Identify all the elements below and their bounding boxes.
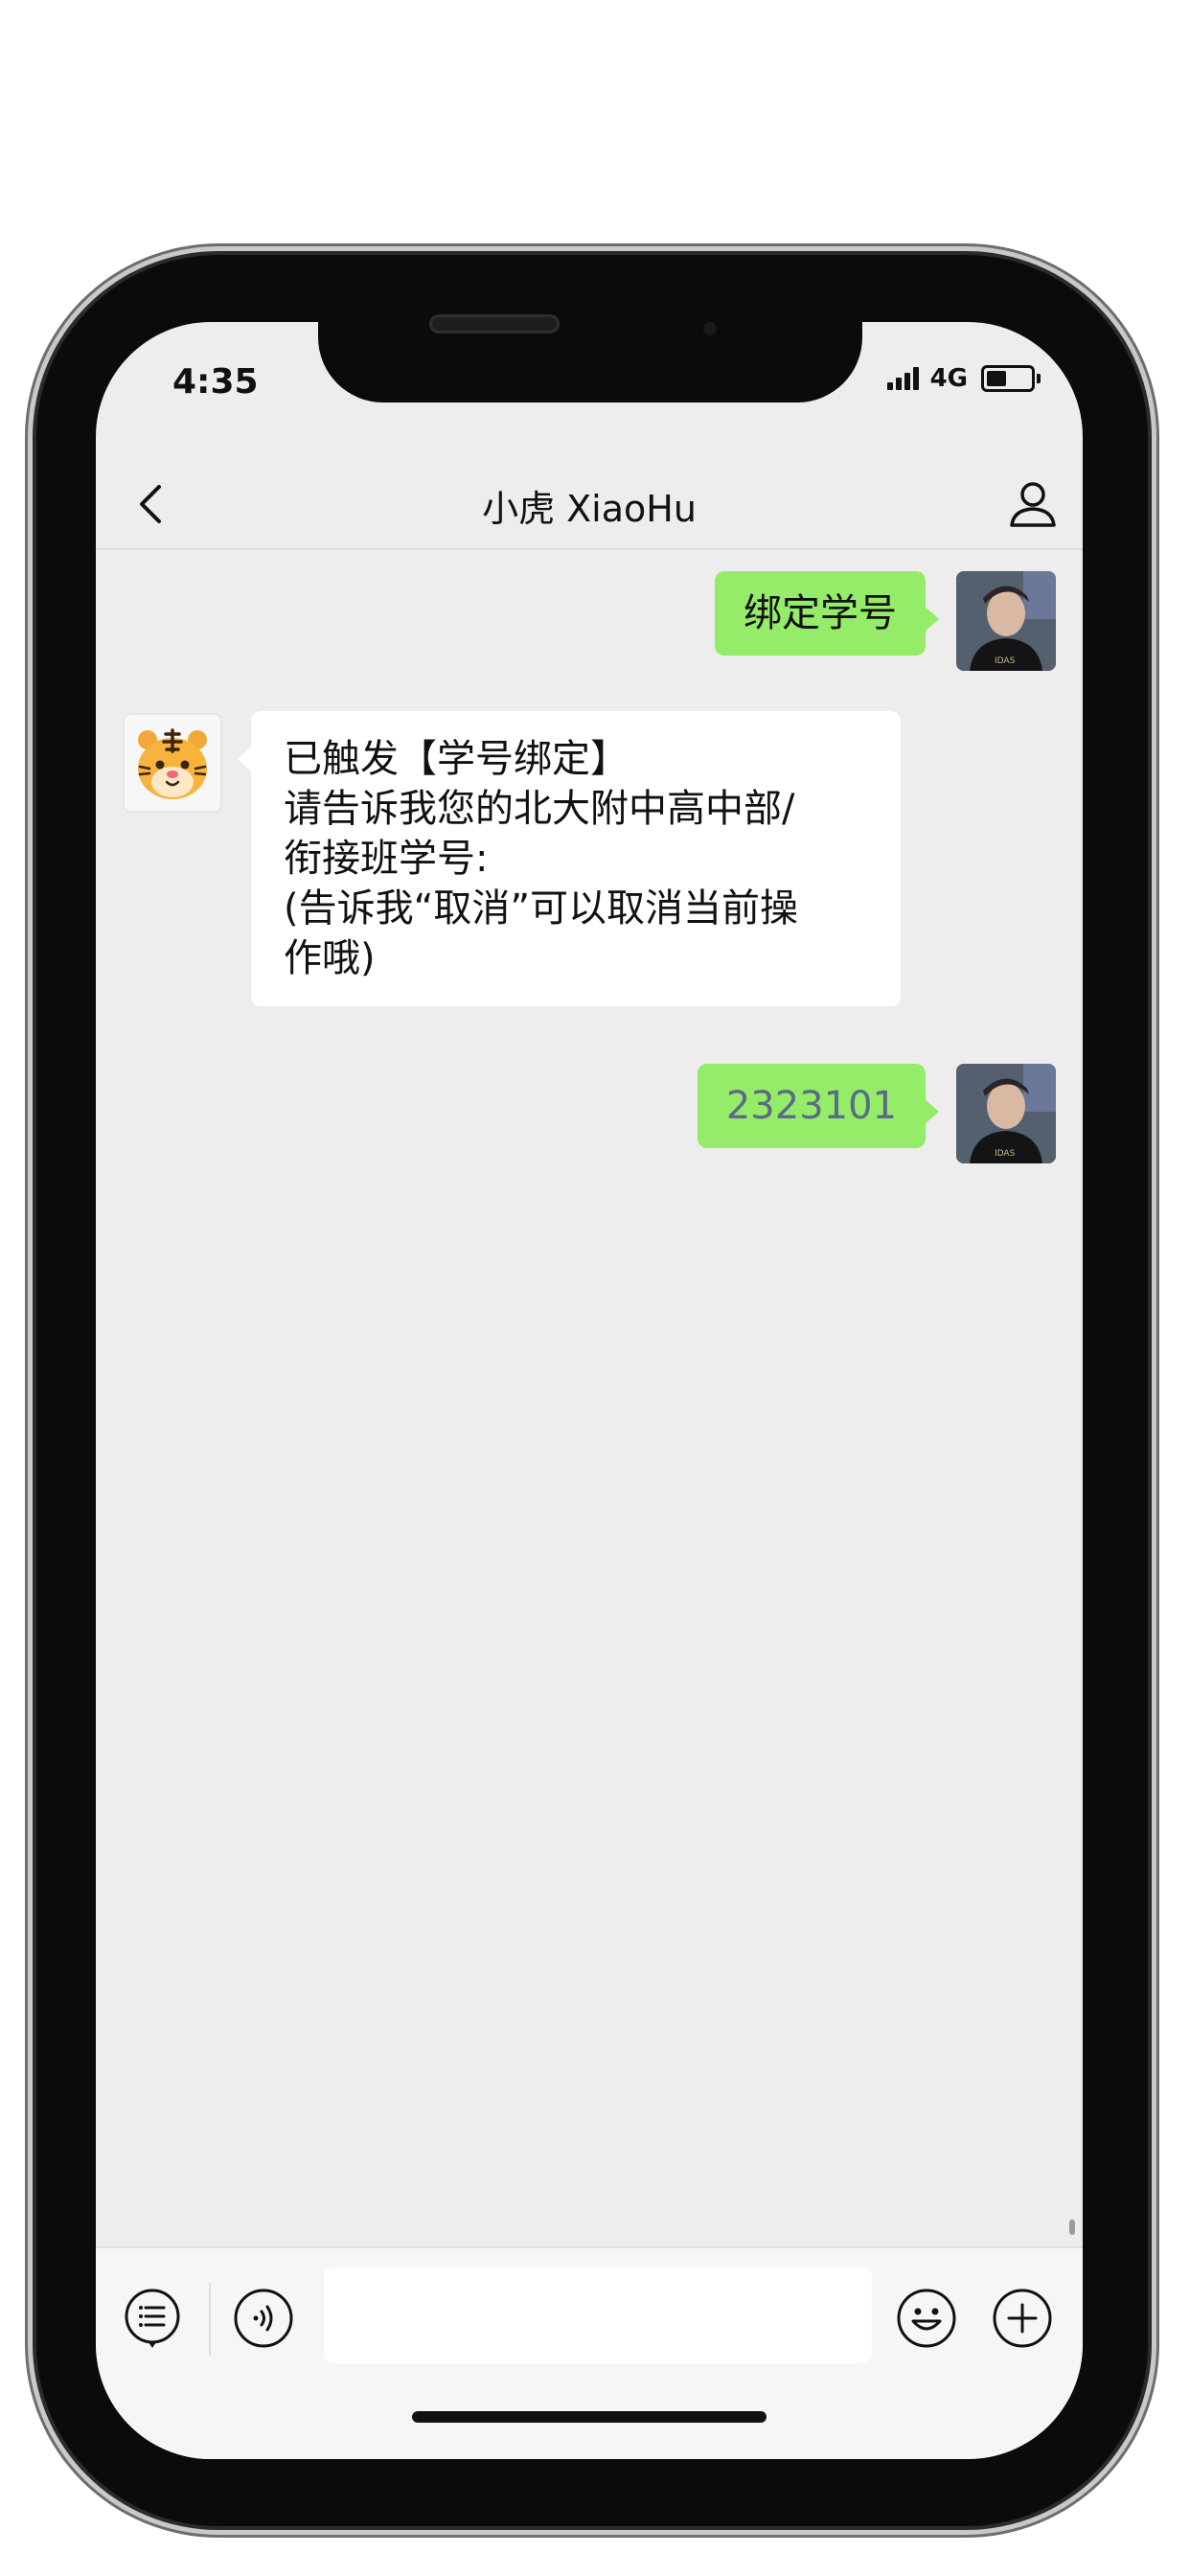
user-avatar[interactable]: IDAS [956,571,1056,671]
user-avatar-image: IDAS [956,571,1056,671]
emoji-button[interactable] [893,2285,960,2352]
nav-bar: 小虎 XiaoHu [96,456,1083,550]
message-input[interactable] [324,2267,872,2363]
svg-text:IDAS: IDAS [995,1149,1016,1159]
profile-button[interactable] [1004,475,1062,533]
svg-text:IDAS: IDAS [995,656,1016,666]
status-indicators: 4G [886,364,1041,393]
user-avatar[interactable]: IDAS [956,1064,1056,1163]
voice-icon [234,2288,293,2348]
message-line: 作哦) [284,936,376,980]
status-time: 4:35 [172,362,259,402]
chat-area: IDAS 绑定学号 已触发【学号绑定】 请告诉我您的北大附中高中部/ 衔接班学号… [96,550,1083,2237]
bot-avatar[interactable] [123,713,222,813]
message-text: 绑定学号 [744,591,897,635]
scroll-indicator [1069,2220,1075,2235]
earpiece-speaker [429,314,560,334]
message-line: 衔接班学号: [284,837,489,881]
more-button[interactable] [989,2285,1056,2352]
notch [318,322,862,402]
home-indicator[interactable] [412,2411,767,2423]
message-line: 已触发【学号绑定】 [284,737,629,781]
chat-title: 小虎 XiaoHu [482,488,697,530]
input-bar [96,2246,1083,2459]
battery-icon [981,365,1041,392]
input-divider [209,2283,211,2356]
plus-icon [993,2288,1052,2348]
voice-button[interactable] [230,2285,297,2352]
signal-icon [886,367,919,390]
profile-icon [1010,482,1056,527]
message-bubble-outgoing[interactable]: 绑定学号 [715,571,939,656]
front-camera [703,322,717,335]
list-icon [125,2288,180,2348]
message-bubble-incoming[interactable]: 已触发【学号绑定】 请告诉我您的北大附中高中部/ 衔接班学号: (告诉我“取消”… [238,711,901,1006]
emoji-icon [897,2288,956,2348]
phone-screen: 4:35 4G 小虎 XiaoHu IDAS 绑定学号 已触发【学号绑定】 请告… [96,322,1083,2459]
message-line: 请告诉我您的北大附中高中部/ [284,787,795,831]
user-avatar-image: IDAS [956,1064,1056,1163]
network-type: 4G [929,364,968,393]
message-bubble-outgoing[interactable]: 2323101 [697,1064,940,1148]
message-line: (告诉我“取消”可以取消当前操 [284,886,799,931]
message-text: 2323101 [725,1084,897,1128]
menu-toggle-button[interactable] [119,2285,186,2352]
tiger-icon [138,728,207,799]
